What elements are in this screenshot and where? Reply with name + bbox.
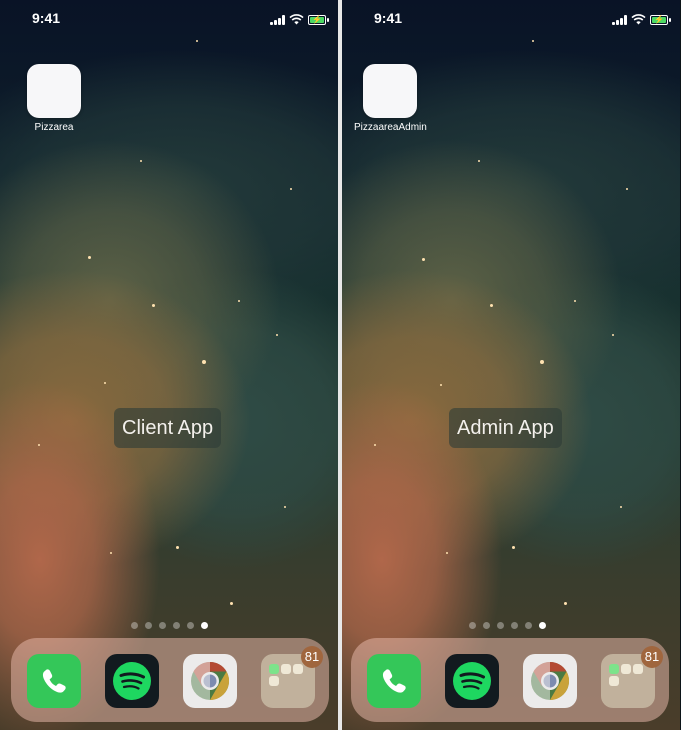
client-app-caption: Client App (114, 408, 222, 448)
spotify-icon (453, 662, 491, 700)
pizzarea-app-label: Pizzarea (34, 122, 74, 133)
pizzarea-admin-app[interactable]: PizzaareaAdmin (354, 64, 427, 133)
spotify-app-icon[interactable] (105, 654, 159, 708)
comparison-screenshot: 9:41 ⚡ Pizzarea Client App 81 9:41 ⚡ Piz… (0, 0, 681, 730)
battery-icon: ⚡ (308, 14, 329, 25)
page-indicator[interactable] (131, 622, 208, 629)
spotify-app-icon[interactable] (445, 654, 499, 708)
admin-app-caption: Admin App (449, 408, 562, 448)
notification-badge: 81 (301, 646, 323, 668)
phone-app-icon[interactable] (367, 654, 421, 708)
status-time: 9:41 (374, 10, 403, 26)
status-bar: 9:41 ⚡ (0, 10, 338, 30)
folder-icon[interactable]: 81 (261, 646, 323, 708)
wifi-icon (631, 14, 646, 25)
pizzarea-admin-app-icon[interactable] (363, 64, 418, 118)
dock: 81 (351, 638, 669, 722)
chrome-icon (527, 658, 570, 704)
mini-icon-2 (281, 664, 291, 674)
messages-mini-icon (609, 664, 619, 674)
client-home-screen: 9:41 ⚡ Pizzarea Client App 81 (0, 0, 338, 730)
folder-icon[interactable]: 81 (601, 646, 663, 708)
status-time: 9:41 (32, 10, 61, 26)
page-indicator[interactable] (469, 622, 546, 629)
signal-icon (612, 14, 627, 25)
mini-icon-3 (293, 664, 303, 674)
chrome-app-icon[interactable] (183, 654, 237, 708)
pizzarea-app-icon[interactable] (27, 64, 81, 118)
admin-home-screen: 9:41 ⚡ PizzaareaAdmin Admin App 81 (342, 0, 680, 730)
spotify-icon (113, 662, 151, 700)
signal-icon (270, 14, 285, 25)
mini-icon-4 (269, 676, 279, 686)
pizzarea-app[interactable]: Pizzarea (27, 64, 81, 133)
phone-icon (42, 669, 66, 693)
pizzarea-admin-app-label: PizzaareaAdmin (354, 122, 427, 133)
notification-badge: 81 (641, 646, 663, 668)
mini-icon-2 (621, 664, 631, 674)
dock: 81 (11, 638, 329, 722)
chrome-app-icon[interactable] (523, 654, 577, 708)
mini-icon-3 (633, 664, 643, 674)
mini-icon-4 (609, 676, 619, 686)
wifi-icon (289, 14, 304, 25)
battery-icon: ⚡ (650, 14, 671, 25)
chrome-icon (187, 658, 230, 704)
phone-app-icon[interactable] (27, 654, 81, 708)
messages-mini-icon (269, 664, 279, 674)
status-bar: 9:41 ⚡ (342, 10, 680, 30)
phone-icon (382, 669, 406, 693)
